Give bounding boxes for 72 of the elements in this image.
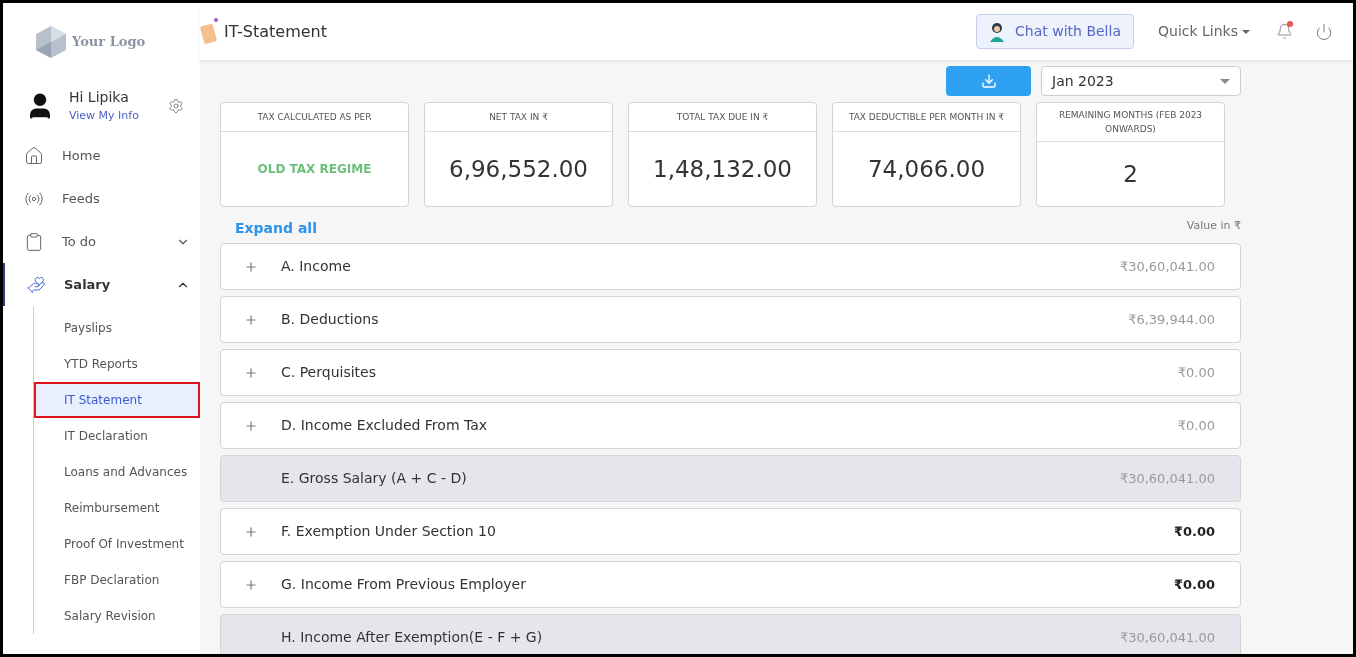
row-amount: ₹30,60,041.00	[1119, 628, 1215, 647]
statement-row[interactable]: D. Income Excluded From Tax ₹0.00	[220, 402, 1241, 449]
submenu-item[interactable]: Proof Of Investment	[34, 526, 200, 562]
row-amount: ₹6,39,944.00	[1128, 310, 1215, 329]
submenu-item[interactable]: IT Declaration	[34, 418, 200, 454]
statement-row[interactable]: B. Deductions ₹6,39,944.00	[220, 296, 1241, 343]
submenu-item[interactable]: Reimbursement	[34, 490, 200, 526]
statement-row[interactable]: C. Perquisites ₹0.00	[220, 349, 1241, 396]
row-amount: ₹30,60,041.00	[1119, 257, 1215, 276]
row-amount: ₹0.00	[1173, 522, 1215, 541]
nav-item[interactable]: Home	[3, 134, 200, 177]
tag-icon	[200, 16, 220, 47]
quick-links-menu[interactable]: Quick Links	[1158, 21, 1250, 42]
card-value: 74,066.00	[866, 154, 987, 184]
row-label: G. Income From Previous Employer	[281, 575, 527, 594]
row-label: E. Gross Salary (A + C - D)	[281, 469, 468, 488]
home-icon	[24, 145, 44, 166]
hexagon-logo-icon	[36, 26, 66, 58]
submenu-item[interactable]: Payslips	[34, 310, 200, 346]
row-amount: ₹0.00	[1177, 416, 1215, 435]
row-amount: ₹0.00	[1173, 575, 1215, 594]
view-info-link[interactable]: View My Info	[69, 108, 168, 125]
expand-icon	[244, 365, 258, 380]
user-greeting: Hi Lipika	[69, 88, 130, 108]
expand-icon	[244, 312, 258, 327]
card-value: 6,96,552.00	[448, 154, 589, 184]
row-amount: ₹30,60,041.00	[1119, 469, 1215, 488]
statement-row[interactable]: F. Exemption Under Section 10 ₹0.00	[220, 508, 1241, 555]
settings-icon[interactable]	[168, 98, 184, 114]
caret-icon	[1242, 29, 1250, 34]
download-button[interactable]	[946, 66, 1031, 96]
submenu-item[interactable]: Loans and Advances	[34, 454, 200, 490]
value-unit-note: Value in ₹	[1186, 218, 1241, 234]
card-label: REMAINING MONTHS (FEB 2023 ONWARDS)	[1037, 103, 1224, 142]
row-label: A. Income	[281, 257, 352, 276]
submenu-item[interactable]: FBP Declaration	[34, 562, 200, 598]
bell-icon[interactable]	[1276, 23, 1293, 40]
row-label: B. Deductions	[281, 310, 380, 329]
expand-icon	[244, 418, 258, 433]
expand-icon	[244, 577, 258, 592]
page-title: IT-Statement	[224, 20, 328, 43]
row-label: C. Perquisites	[281, 363, 377, 382]
nav-item[interactable]: Salary	[3, 263, 200, 306]
row-label: D. Income Excluded From Tax	[281, 416, 489, 435]
hand-heart-icon	[26, 274, 46, 295]
card-label: TOTAL TAX DUE IN ₹	[629, 103, 816, 132]
statement-row[interactable]: A. Income ₹30,60,041.00	[220, 243, 1241, 290]
row-label: F. Exemption Under Section 10	[281, 522, 497, 541]
card-value: OLD TAX REGIME	[256, 161, 373, 178]
statement-row[interactable]: G. Income From Previous Employer ₹0.00	[220, 561, 1241, 608]
card-value: 1,48,132.00	[652, 154, 793, 184]
power-icon[interactable]	[1315, 22, 1333, 41]
expand-icon	[244, 259, 258, 274]
card-label: TAX DEDUCTIBLE PER MONTH IN ₹	[833, 103, 1020, 132]
card-value: 2	[1122, 159, 1139, 189]
woman-avatar-icon	[989, 21, 1006, 42]
submenu-item[interactable]: YTD Reports	[34, 346, 200, 382]
download-icon	[980, 73, 997, 89]
logo-text: Your Logo	[72, 33, 146, 52]
month-select[interactable]: Jan 2023	[1041, 66, 1241, 96]
row-label: H. Income After Exemption(E - F + G)	[281, 628, 544, 647]
clipboard-icon	[24, 231, 44, 252]
submenu-item[interactable]: Salary Revision	[34, 598, 200, 634]
caret-icon	[1220, 78, 1230, 84]
row-amount: ₹0.00	[1177, 363, 1215, 382]
expand-icon	[244, 524, 258, 539]
card-label: TAX CALCULATED AS PER	[221, 103, 408, 132]
card-label: NET TAX IN ₹	[425, 103, 612, 132]
submenu-item[interactable]: IT Statement	[34, 382, 200, 418]
nav-item[interactable]: To do	[3, 220, 200, 263]
nav-item[interactable]: Feeds	[3, 177, 200, 220]
chat-button[interactable]: Chat with Bella	[976, 14, 1134, 49]
